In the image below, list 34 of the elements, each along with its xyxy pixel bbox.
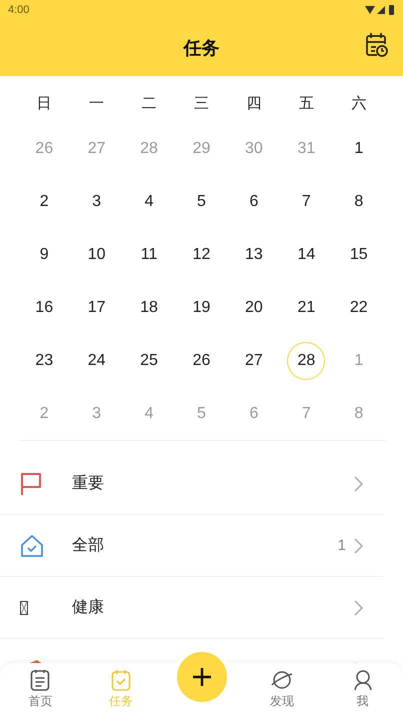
list-row[interactable]: 健康 — [0, 577, 383, 639]
calendar-clock-icon — [365, 32, 389, 58]
missing-glyph-icon — [20, 600, 28, 614]
page-title: 任务 — [184, 37, 220, 60]
chevron-right-icon — [354, 538, 363, 554]
status-time: 4:00 — [8, 4, 30, 16]
nav-tab[interactable]: 我 — [322, 663, 403, 720]
nav-tab[interactable]: 发现 — [242, 663, 322, 720]
weekday-label: 一 — [89, 94, 104, 112]
calendar-check-icon — [110, 669, 131, 691]
calendar-day[interactable]: 28 — [287, 342, 326, 380]
nav-tab[interactable]: 首页 — [0, 663, 81, 720]
person-icon — [352, 669, 374, 691]
house-check-icon — [20, 534, 44, 558]
document-icon — [30, 669, 50, 691]
list-row[interactable]: 重要 — [0, 453, 383, 515]
chevron-right-icon — [354, 476, 363, 492]
calendar-clock-button[interactable] — [365, 32, 389, 58]
weekday-label: 三 — [194, 94, 209, 112]
list-label: 健康 — [72, 597, 105, 618]
weekday-label: 五 — [298, 94, 314, 112]
weekday-label: 日 — [36, 94, 52, 112]
weekday-label: 六 — [351, 94, 366, 112]
list-row[interactable]: 全部 1 — [0, 515, 383, 577]
chevron-right-icon — [354, 600, 363, 616]
flag-icon — [20, 472, 42, 496]
weekday-label: 四 — [246, 94, 262, 112]
list-label: 重要 — [72, 473, 105, 494]
weekday-label: 二 — [142, 94, 157, 112]
list-count: 1 — [338, 537, 346, 554]
plus-icon — [192, 667, 212, 687]
planet-icon — [271, 669, 294, 691]
list-label: 全部 — [72, 535, 105, 556]
status-icons — [365, 5, 395, 15]
